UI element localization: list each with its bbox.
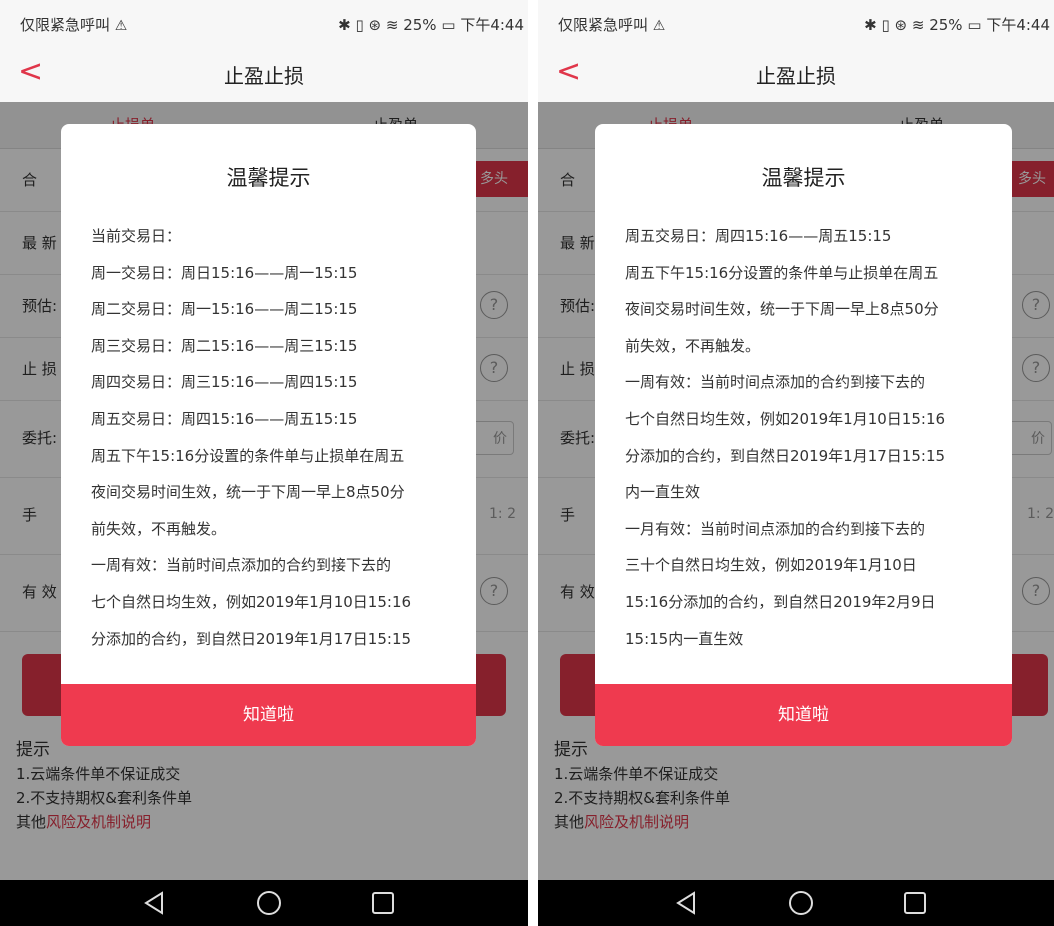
status-bar: 仅限紧急呼叫 ⚠ ✱ ▯ ⊛ ≋ 25% ▭ 下午4:44 — [538, 0, 1054, 46]
dialog-line: 三十个自然日均生效，例如2019年1月10日 — [625, 556, 917, 575]
notice-dialog: 温馨提示 周五交易日：周四15:16——周五15:15 周五下午15:16分设置… — [595, 124, 1012, 746]
dialog-title: 温馨提示 — [761, 166, 846, 190]
warning-icon: ⚠ — [652, 18, 666, 34]
nav-home-icon[interactable] — [254, 888, 284, 918]
battery-level: 25% — [403, 16, 437, 34]
nav-home-icon[interactable] — [786, 888, 816, 918]
navigation-bar — [538, 880, 1054, 926]
dialog-line: 内一直生效 — [625, 483, 701, 502]
dialog-title: 温馨提示 — [226, 166, 311, 190]
dialog-line: 周三交易日：周二15:16——周三15:15 — [91, 336, 358, 355]
nav-recent-apps-icon[interactable] — [900, 888, 930, 918]
status-icons: ✱ ▯ ⊛ ≋ — [338, 16, 399, 34]
status-bar: 仅限紧急呼叫 ⚠ ✱ ▯ ⊛ ≋ 25% ▭ 下午4:44 — [0, 0, 528, 46]
dialog-line: 当前交易日： — [91, 227, 182, 245]
carrier-text: 仅限紧急呼叫 — [20, 16, 111, 34]
carrier-text: 仅限紧急呼叫 — [558, 16, 649, 34]
dialog-line: 周一交易日：周日15:16——周一15:15 — [91, 263, 358, 282]
dialog-line: 夜间交易时间生效，统一于下周一早上8点50分 — [91, 483, 405, 502]
dialog-line: 周五交易日：周四15:16——周五15:15 — [625, 227, 892, 245]
dialog-line: 分添加的合约，到自然日2019年1月17日15:15 — [91, 629, 412, 648]
dialog-line: 七个自然日均生效，例如2019年1月10日15:16 — [91, 592, 412, 611]
battery-level: 25% — [929, 16, 963, 34]
title-bar: < 止盈止损 — [538, 46, 1054, 102]
got-it-button[interactable]: 知道啦 — [595, 684, 1012, 746]
dialog-line: 周五下午15:16分设置的条件单与止损单在周五 — [91, 446, 405, 465]
battery-icon: ▭ — [967, 16, 982, 34]
title-bar: < 止盈止损 — [0, 46, 528, 102]
dialog-line: 周五交易日：周四15:16——周五15:15 — [91, 409, 358, 428]
dialog-line: 前失效，不再触发。 — [91, 519, 227, 538]
battery-icon: ▭ — [441, 16, 456, 34]
dialog-line: 七个自然日均生效，例如2019年1月10日15:16 — [625, 409, 946, 428]
dialog-line: 一月有效：当前时间点添加的合约到接下去的 — [625, 519, 926, 538]
dialog-line: 一周有效：当前时间点添加的合约到接下去的 — [625, 373, 926, 392]
notice-dialog: 温馨提示 当前交易日： 周一交易日：周日15:16——周一15:15 周二交易日… — [61, 124, 476, 746]
warning-icon: ⚠ — [114, 18, 128, 34]
dialog-line: 分添加的合约，到自然日2019年1月17日15:15 — [625, 446, 946, 465]
phone-screen-right: 仅限紧急呼叫 ⚠ ✱ ▯ ⊛ ≋ 25% ▭ 下午4:44 < 止盈止损 止损单… — [538, 0, 1054, 926]
dialog-line: 15:16分添加的合约，到自然日2019年2月9日 — [625, 592, 936, 611]
nav-back-icon[interactable] — [672, 888, 702, 918]
dialog-line: 夜间交易时间生效，统一于下周一早上8点50分 — [625, 300, 939, 319]
page-title: 止盈止损 — [224, 64, 304, 88]
dialog-line: 15:15内一直生效 — [625, 629, 744, 648]
clock-time: 下午4:44 — [986, 16, 1050, 34]
navigation-bar — [0, 880, 528, 926]
dialog-line: 前失效，不再触发。 — [625, 336, 761, 355]
clock-time: 下午4:44 — [460, 16, 524, 34]
page-title: 止盈止损 — [756, 64, 836, 88]
dialog-line: 周四交易日：周三15:16——周四15:15 — [91, 373, 358, 392]
nav-back-icon[interactable] — [140, 888, 170, 918]
dialog-body: 周五交易日：周四15:16——周五15:15 周五下午15:16分设置的条件单与… — [625, 218, 990, 657]
phone-screen-left: 仅限紧急呼叫 ⚠ ✱ ▯ ⊛ ≋ 25% ▭ 下午4:44 < 止盈止损 止损单… — [0, 0, 528, 926]
got-it-button[interactable]: 知道啦 — [61, 684, 476, 746]
status-icons: ✱ ▯ ⊛ ≋ — [864, 16, 925, 34]
dialog-line: 周二交易日：周一15:16——周二15:15 — [91, 300, 358, 319]
dialog-line: 周五下午15:16分设置的条件单与止损单在周五 — [625, 263, 939, 282]
dialog-line: 一周有效：当前时间点添加的合约到接下去的 — [91, 556, 392, 575]
dialog-body: 当前交易日： 周一交易日：周日15:16——周一15:15 周二交易日：周一15… — [91, 218, 454, 657]
nav-recent-apps-icon[interactable] — [368, 888, 398, 918]
